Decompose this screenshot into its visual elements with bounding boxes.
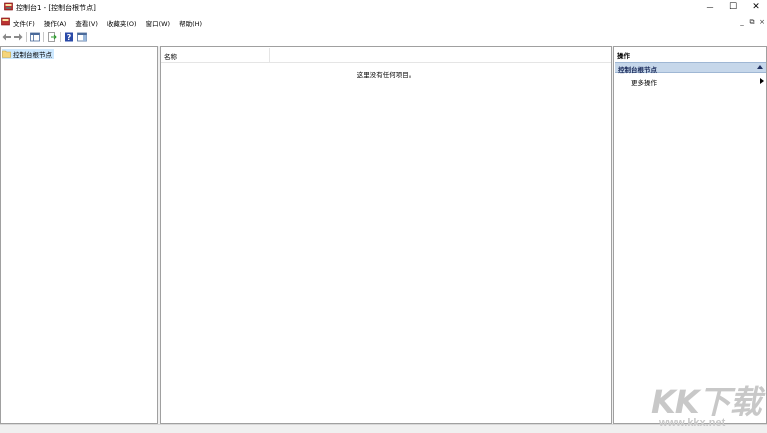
column-header-name[interactable]: 名称 (164, 51, 177, 61)
console-tree-pane[interactable]: 控制台根节点 (0, 46, 158, 424)
help-icon: ? (65, 32, 73, 42)
submenu-arrow-icon (760, 78, 764, 84)
toolbar-separator (26, 32, 27, 42)
show-hide-action-pane-button[interactable] (77, 32, 87, 42)
menu-bar: 文件(F) 操作(A) 查看(V) 收藏夹(O) 窗口(W) 帮助(H) (0, 15, 767, 29)
tree-item-console-root[interactable]: 控制台根节点 (2, 49, 54, 59)
result-list-pane[interactable]: 名称 这里没有任何项目。 (160, 46, 612, 424)
action-item-more-actions[interactable]: 更多操作 (615, 76, 766, 87)
close-icon: ✕ (752, 2, 760, 12)
show-hide-tree-button[interactable] (30, 32, 40, 42)
export-list-icon (48, 32, 57, 42)
child-minimize-button[interactable]: _ (737, 18, 747, 27)
export-list-button[interactable] (47, 32, 57, 42)
column-resize-handle[interactable] (269, 48, 270, 62)
actions-pane: 操作 控制台根节点 更多操作 (613, 46, 767, 424)
menu-favorites[interactable]: 收藏夹(O) (107, 18, 137, 28)
watermark: KK下载 www.kkx.net (645, 377, 765, 433)
back-button[interactable] (2, 32, 12, 42)
show-hide-action-pane-icon (77, 32, 87, 42)
back-arrow-icon (2, 33, 11, 41)
menu-view[interactable]: 查看(V) (75, 18, 98, 28)
folder-icon (2, 50, 11, 58)
tree-item-label: 控制台根节点 (13, 51, 52, 59)
child-restore-button[interactable]: ⧉ (747, 18, 757, 27)
menu-help[interactable]: 帮助(H) (179, 18, 202, 28)
empty-list-message: 这里没有任何项目。 (356, 71, 416, 79)
main-content-area: 控制台根节点 名称 这里没有任何项目。 操作 控制台根节点 更多操作 (0, 46, 767, 424)
menu-action[interactable]: 操作(A) (44, 18, 67, 28)
minimize-button[interactable]: — (699, 0, 721, 14)
mmc-document-icon[interactable] (1, 17, 10, 26)
title-bar[interactable]: 控制台1 - [控制台根节点] — ☐ ✕ (0, 0, 767, 14)
actions-section-header[interactable]: 控制台根节点 (615, 62, 766, 74)
show-hide-console-tree-icon (30, 32, 40, 42)
action-item-label: 更多操作 (631, 79, 657, 87)
maximize-button[interactable]: ☐ (722, 0, 744, 14)
help-button[interactable]: ? (64, 32, 74, 42)
toolbar: ? (0, 30, 767, 45)
actions-pane-title: 操作 (617, 52, 630, 60)
menu-file[interactable]: 文件(F) (13, 18, 35, 28)
toolbar-separator (60, 32, 61, 42)
list-header: 名称 (161, 48, 611, 63)
menu-window[interactable]: 窗口(W) (146, 18, 171, 28)
svg-text:?: ? (67, 33, 72, 42)
watermark-url: www.kkx.net (659, 417, 726, 429)
forward-arrow-icon (14, 33, 23, 41)
forward-button[interactable] (13, 32, 23, 42)
toolbar-separator (43, 32, 44, 42)
maximize-icon: ☐ (728, 2, 738, 12)
collapse-up-icon[interactable] (757, 65, 763, 69)
child-close-button[interactable]: × (757, 18, 767, 27)
minimize-icon: — (706, 3, 714, 11)
actions-section-label: 控制台根节点 (618, 66, 657, 74)
window-title: 控制台1 - [控制台根节点] (16, 4, 96, 12)
close-button[interactable]: ✕ (745, 0, 767, 14)
mmc-app-icon (4, 2, 13, 11)
